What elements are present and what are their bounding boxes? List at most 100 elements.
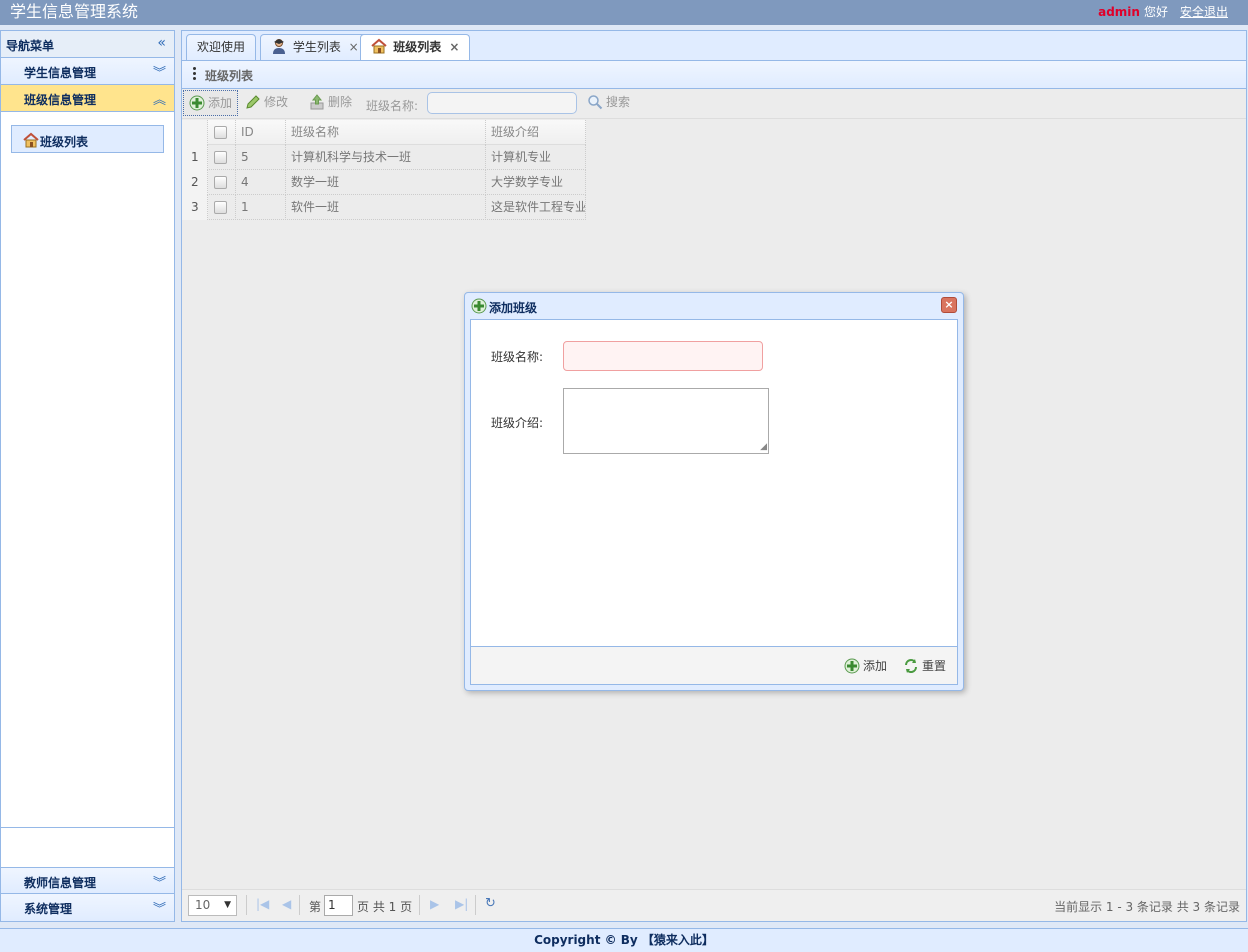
class-intro-label: 班级介绍: [491, 416, 544, 430]
nav-group-label: 班级信息管理 [24, 93, 97, 107]
dialog-add-button[interactable]: 添加 [844, 657, 887, 674]
logout-link[interactable]: 安全退出 [1180, 5, 1228, 19]
column-header-name[interactable]: 班级名称 [286, 120, 486, 145]
nav-group-teacher[interactable]: 教师信息管理 ︾ [1, 867, 174, 894]
page-number-input[interactable]: 1 [324, 895, 353, 916]
add-button[interactable]: 添加 [183, 90, 239, 116]
dialog-footer: 添加 重置 [470, 647, 958, 685]
toolbar: 添加 修改 删除 班级名称: 搜索 [182, 89, 1246, 119]
tab-label: 欢迎使用 [197, 40, 246, 54]
class-name-search-input[interactable] [427, 92, 577, 114]
house-icon [23, 132, 39, 148]
row-checkbox[interactable] [208, 170, 236, 195]
page-size-select[interactable]: 10 ▼ [188, 895, 237, 916]
nav-header: 导航菜单 « [1, 31, 174, 58]
nav-title: 导航菜单 [6, 39, 55, 53]
add-icon [471, 298, 487, 314]
chevron-down-icon: ︾ [152, 876, 166, 891]
add-icon [844, 658, 860, 674]
record-info: 当前显示 1 - 3 条记录 共 3 条记录 [1054, 900, 1240, 914]
house-icon [371, 38, 387, 54]
top-header: 学生信息管理系统 admin 您好 安全退出 [0, 0, 1248, 25]
class-intro-textarea[interactable]: ◢ [563, 388, 769, 454]
column-header-id[interactable]: ID [236, 120, 286, 145]
row-number: 1 [182, 145, 208, 170]
dialog-header[interactable]: 添加班级 × [465, 293, 963, 319]
dropdown-arrow-icon: ▼ [224, 900, 231, 910]
pagination-bar: 10 ▼ |◀ ◀ 第 1 页 共 1 页 ▶ ▶| ↻ 当前显示 1 - 3 … [182, 889, 1246, 921]
collapse-left-icon[interactable]: « [157, 35, 166, 51]
class-name-label: 班级名称: [491, 350, 544, 364]
copyright-footer: Copyright © By 【猿来入此】 [0, 928, 1248, 952]
close-icon[interactable]: × [449, 40, 459, 54]
refresh-icon[interactable]: ↻ [485, 896, 496, 911]
prev-page-icon[interactable]: ◀ [282, 897, 291, 911]
cell-name: 计算机科学与技术一班 [286, 145, 486, 170]
close-icon[interactable]: × [349, 40, 359, 54]
next-page-icon[interactable]: ▶ [430, 897, 439, 911]
add-icon [189, 95, 205, 111]
nav-group-student[interactable]: 学生信息管理 ︾ [1, 58, 174, 85]
delete-label: 删除 [328, 95, 353, 109]
search-button[interactable]: 搜索 [582, 90, 635, 116]
resize-grip-icon[interactable]: ◢ [760, 443, 767, 452]
row-number: 3 [182, 195, 208, 220]
add-class-dialog: 添加班级 × 班级名称: 班级介绍: ◢ 添加 重置 [464, 292, 964, 691]
table-row[interactable]: 2 4 数学一班 大学数学专业 [182, 170, 586, 195]
nav-group-body: 班级列表 [1, 112, 174, 828]
row-checkbox[interactable] [208, 145, 236, 170]
user-area: admin 您好 安全退出 [1098, 3, 1228, 21]
column-header-intro[interactable]: 班级介绍 [486, 120, 586, 145]
cell-intro: 计算机专业 [486, 145, 586, 170]
class-name-field[interactable] [563, 341, 763, 371]
dialog-title: 添加班级 [489, 301, 538, 315]
chevron-up-icon: ︽ [152, 93, 166, 108]
dialog-reset-button[interactable]: 重置 [903, 657, 946, 674]
student-icon [273, 39, 285, 54]
cell-intro: 大学数学专业 [486, 170, 586, 195]
table-header: ID 班级名称 班级介绍 [182, 120, 586, 145]
panel-header: 班级列表 [182, 61, 1246, 89]
row-checkbox[interactable] [208, 195, 236, 220]
page-prefix: 第 [309, 900, 322, 914]
reset-icon [905, 659, 917, 673]
first-page-icon[interactable]: |◀ [256, 897, 269, 911]
page-size-value: 10 [195, 898, 211, 912]
tab-class-list[interactable]: 班级列表 × [360, 34, 471, 61]
edit-button[interactable]: 修改 [240, 90, 293, 116]
select-all-checkbox[interactable] [208, 120, 236, 145]
cell-intro: 这是软件工程专业 [486, 195, 586, 220]
edit-label: 修改 [264, 95, 289, 109]
tab-welcome[interactable]: 欢迎使用 [186, 34, 257, 61]
close-icon[interactable]: × [941, 297, 957, 313]
dialog-add-label: 添加 [863, 659, 888, 673]
class-table: ID 班级名称 班级介绍 1 5 计算机科学与技术一班 计算机专业 2 4 数学… [182, 120, 586, 220]
greeting: 您好 [1143, 5, 1168, 19]
search-label-button: 搜索 [606, 95, 631, 109]
add-label: 添加 [208, 96, 233, 110]
grip-icon [193, 67, 197, 82]
tab-label: 学生列表 [292, 40, 341, 54]
nav-group-label: 教师信息管理 [24, 876, 97, 890]
nav-group-label: 系统管理 [24, 902, 73, 916]
chevron-down-icon: ︾ [152, 66, 166, 81]
delete-button[interactable]: 删除 [304, 90, 357, 116]
nav-group-label: 学生信息管理 [24, 66, 97, 80]
cell-name: 软件一班 [286, 195, 486, 220]
nav-group-class[interactable]: 班级信息管理 ︽ [1, 85, 174, 112]
tab-student-list[interactable]: 学生列表 × [260, 34, 370, 61]
username: admin [1098, 5, 1140, 19]
row-number: 2 [182, 170, 208, 195]
page-suffix: 页 共 1 页 [357, 900, 413, 914]
table-row[interactable]: 3 1 软件一班 这是软件工程专业 [182, 195, 586, 220]
sidebar-item-class-list[interactable]: 班级列表 [11, 125, 164, 153]
table-row[interactable]: 1 5 计算机科学与技术一班 计算机专业 [182, 145, 586, 170]
nav-group-system[interactable]: 系统管理 ︾ [1, 894, 174, 921]
last-page-icon[interactable]: ▶| [455, 897, 468, 911]
panel-title: 班级列表 [205, 69, 254, 83]
cell-id: 4 [236, 170, 286, 195]
tab-bar: 欢迎使用 学生列表 × 班级列表 × [181, 30, 1247, 61]
nav-panel: 导航菜单 « 学生信息管理 ︾ 班级信息管理 ︽ 班级列表 教师信息管理 ︾ 系… [0, 30, 175, 922]
cell-id: 1 [236, 195, 286, 220]
app-title: 学生信息管理系统 [10, 2, 139, 21]
